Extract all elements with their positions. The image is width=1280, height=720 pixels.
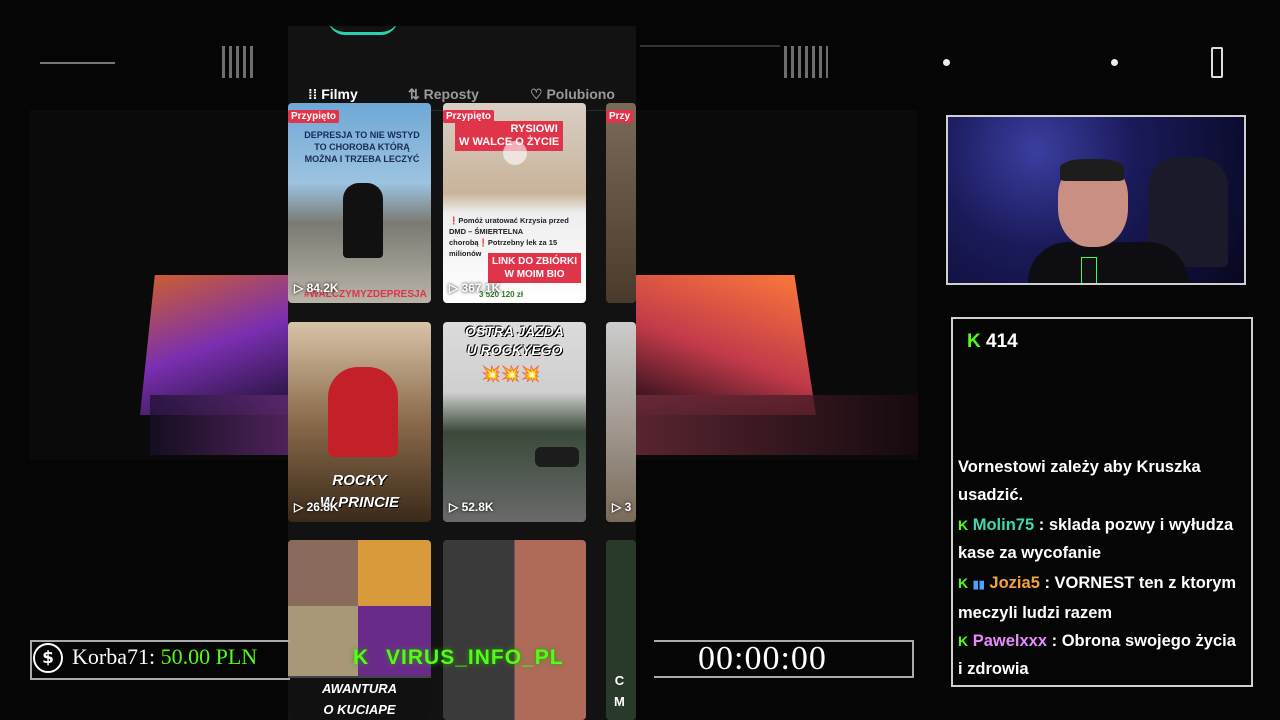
video-tile[interactable]: Przypięto DEPRESJA TO NIE WSTYD TO CHOROB… [288,103,431,303]
kick-logo-icon: K [967,331,981,352]
video-tile[interactable]: ▷ 3 [606,322,636,522]
video-tile[interactable]: ROCKY W PRINCIE ▷ 26.8K [288,322,431,522]
laptop-image-left [140,275,288,415]
avatar-ring [328,26,398,35]
chat-username[interactable]: Molin75 [973,516,1034,534]
chat-username[interactable]: Pawelxxx [973,632,1047,650]
decor-dot-1 [943,59,950,66]
video-tile[interactable]: Przypięto RYSIOWIW WALCE O ŻYCIE ❗Pomóż … [443,103,586,303]
laptop-image-right [636,275,816,415]
moderator-badge-icon: ▮▮ [972,579,985,591]
video-caption: AWANTURA O KUCIAPE [288,678,431,720]
video-title: OSTRA JAZDA U ROCKYEGO [464,323,565,358]
view-count: ▷ 84.2K [294,281,339,295]
decor-line-right [640,45,780,47]
streamer-hair [1060,159,1124,181]
laptop-base-left [150,395,288,455]
chat-username[interactable]: Jozia5 [989,574,1039,592]
kick-badge-icon: K [958,517,969,533]
decor-dot-2 [1111,59,1118,66]
view-count: ▷ 367.1K [449,281,501,295]
video-tile[interactable]: OSTRA JAZDA U ROCKYEGO 💥💥💥 ▷ 52.8K [443,322,586,522]
decor-line-left [40,62,115,64]
chat-panel: K 414 Vornestowi zależy aby Kruszka usad… [951,317,1253,687]
video-caption: DEPRESJA TO NIE WSTYD TO CHOROBA KTÓRĄ MOŻ… [304,130,420,164]
donation-text: Korba71: 50.00 PLN [72,644,257,670]
chat-message: K Pawelxxx : Obrona swojego życia i zdro… [958,627,1243,683]
dollar-icon: $ [33,643,63,673]
tab-reposts[interactable]: ⇅ Reposty [408,86,479,103]
webcam-feed [946,115,1246,285]
timer-value: 00:00:00 [698,640,827,677]
car-figure [535,447,579,467]
viewer-counter: K 414 [967,331,1018,353]
decor-pill [1211,47,1223,78]
streamer-body [1028,242,1188,283]
laptop-base-right [636,395,918,455]
thumb-quadrant [358,540,431,606]
chat-text: Vornestowi zależy aby Kruszka usadzić. [958,458,1201,504]
person-figure [328,367,398,457]
play-icon [503,141,527,165]
view-count: ▷ 26.8K [294,500,339,514]
view-count: ▷ 3 [612,500,632,514]
pinned-badge: Przy [606,110,634,123]
tab-films[interactable]: ⁞⁞ Filmy [308,86,358,102]
heart-icon: ♡ [530,86,547,102]
thumb-quadrant [288,606,358,676]
grid-icon: ⁞⁞ [308,86,322,102]
video-tile[interactable]: Przy [606,103,636,303]
chat-message: Vornestowi zależy aby Kruszka usadzić. [958,453,1243,509]
donation-link-label: LINK DO ZBIÓRKI W MOIM BIO [488,253,581,283]
donation-amount: 50.00 PLN [160,644,258,669]
video-caption: CM [614,673,625,709]
kick-logo-icon: K [353,646,370,669]
video-tile[interactable] [443,540,586,720]
chat-message: K Molin75 : sklada pozwy i wyłudza kase … [958,511,1243,567]
view-count: ▷ 52.8K [449,500,494,514]
pinned-badge: Przypięto [288,110,340,123]
kick-badge-icon: K [958,633,969,649]
video-tile[interactable]: CM [606,540,636,720]
donation-alert: $ Korba71: 50.00 PLN [30,640,290,680]
tiktok-profile-capture: ⁞⁞ Filmy ⇅ Reposty ♡ Polubiono Przypięto… [288,26,636,720]
decor-bars-left [222,46,254,78]
decor-bars-mid [784,46,828,78]
kick-badge-icon: K [958,575,969,591]
video-tile[interactable]: AWANTURA O KUCIAPE [288,540,431,720]
channel-handle: K VIRUS_INFO_PL [353,646,564,669]
chat-message: K ▮▮ Jozia5 : VORNEST ten z ktorym meczy… [958,569,1243,627]
microphone [1081,257,1097,283]
repost-icon: ⇅ [408,86,424,102]
person-figure [343,183,383,258]
stream-timer: 00:00:00 [654,640,914,678]
thumb-quadrant [288,540,358,606]
donor-name: Korba71: [72,644,156,669]
tab-liked[interactable]: ♡ Polubiono [530,86,615,103]
explosion-emoji: 💥💥💥 [481,366,541,383]
viewer-count: 414 [986,331,1018,352]
